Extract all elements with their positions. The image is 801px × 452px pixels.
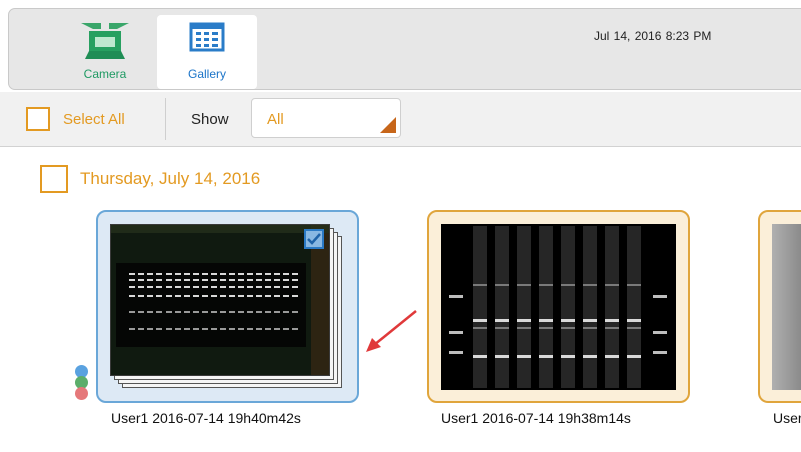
app-window: Camera Gallery Jul 14, 2016 8:23 PM Sele… xyxy=(0,0,801,452)
show-filter-dropdown[interactable]: All xyxy=(251,98,401,138)
thumbnail-caption: User1 2016-07-14 19h38m14s xyxy=(441,410,631,426)
thumbnail-select-checkbox[interactable] xyxy=(304,229,324,249)
nav-camera-label: Camera xyxy=(83,67,127,81)
show-filter-value: All xyxy=(267,111,284,128)
gallery-thumbnail[interactable] xyxy=(758,210,801,403)
thumbnail-caption: User1 2016-07-14 19h3 xyxy=(773,410,801,426)
gallery-toolbar: Select All Show All xyxy=(0,92,801,147)
nav-gallery-button[interactable]: Gallery xyxy=(157,15,257,89)
toolbar-divider xyxy=(165,98,166,140)
dropdown-arrow-icon xyxy=(380,117,396,133)
date-group-label: Thursday, July 14, 2016 xyxy=(80,169,261,188)
gel-image xyxy=(441,224,676,390)
status-dot-red xyxy=(75,387,88,400)
gallery-thumbnail[interactable] xyxy=(96,210,359,403)
datetime-display: Jul 14, 2016 8:23 PM xyxy=(594,29,712,43)
select-all-label[interactable]: Select All xyxy=(63,111,125,128)
select-all-checkbox[interactable] xyxy=(26,107,50,131)
annotation-arrow-icon xyxy=(366,310,417,352)
date-group-checkbox[interactable] xyxy=(40,165,68,193)
gallery-icon xyxy=(189,22,225,52)
nav-camera-button[interactable]: Camera xyxy=(55,15,155,89)
show-label: Show xyxy=(191,111,229,128)
checkmark-icon xyxy=(307,233,321,245)
top-nav-bar: Camera Gallery Jul 14, 2016 8:23 PM xyxy=(8,8,801,90)
gel-image xyxy=(110,224,330,376)
gallery-content: Thursday, July 14, 2016 User1 2016-07-14… xyxy=(0,147,801,452)
nav-gallery-label: Gallery xyxy=(187,67,226,81)
gel-image xyxy=(772,224,801,390)
camera-icon xyxy=(81,23,129,59)
thumbnail-caption: User1 2016-07-14 19h40m42s xyxy=(111,410,301,426)
gallery-thumbnail[interactable] xyxy=(427,210,690,403)
